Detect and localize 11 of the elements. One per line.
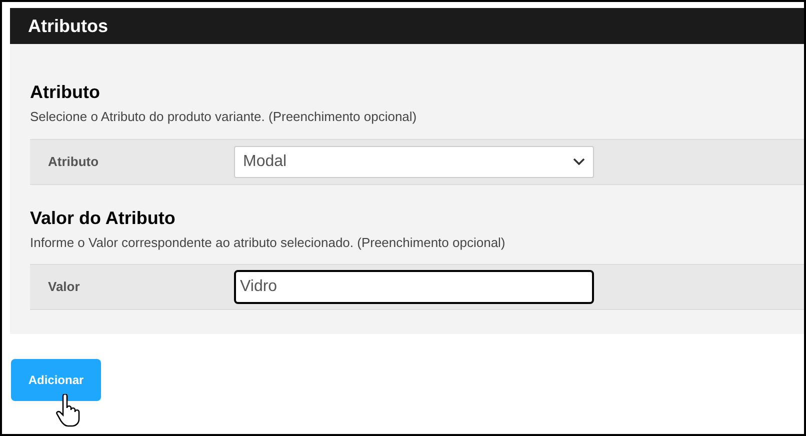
hand-pointer-icon [56,394,82,428]
chevron-down-icon [573,158,585,165]
section-title: Atributo [30,81,101,103]
input-field[interactable]: Vidro [234,270,594,304]
field-label: Atributo [48,152,100,171]
select-field[interactable]: Modal [234,146,594,178]
section-description: Selecione o Atributo do produto variante. (Preenchimento opcional) [30,108,418,126]
section-description: Informe o Valor correspondente ao atributo selecionado. (Preenchimento opcional) [30,234,506,252]
section-title: Valor do Atributo [30,206,176,228]
header-title: Atributos [28,14,108,38]
field-label: Valor [48,278,81,296]
